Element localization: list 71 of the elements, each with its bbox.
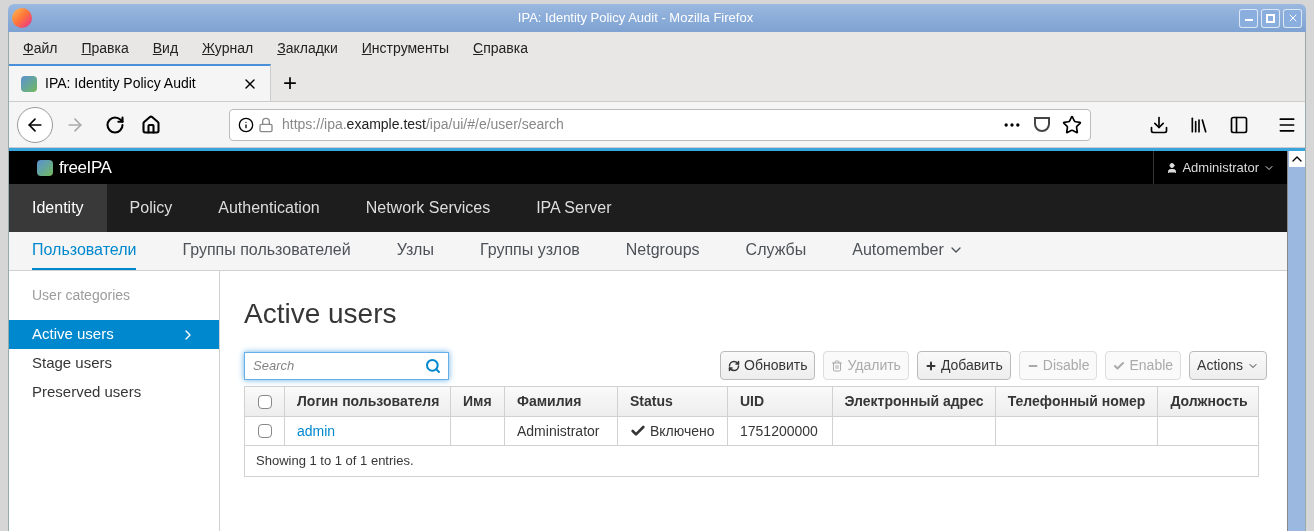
- table-cell: Administrator: [505, 417, 618, 445]
- sub-nav-tab[interactable]: Узлы: [396, 232, 434, 270]
- column-header: Телефонный номер: [996, 387, 1158, 416]
- toolbar-button[interactable]: Добавить: [916, 351, 1011, 380]
- column-header: Status: [618, 387, 728, 416]
- sidebar-item[interactable]: Stage users: [9, 349, 219, 378]
- sub-nav-tab[interactable]: Группы пользователей: [182, 232, 351, 270]
- table-cell: 1751200000: [728, 417, 833, 445]
- column-header: Логин пользователя: [285, 387, 451, 416]
- menu-item[interactable]: Журнал: [202, 37, 254, 59]
- sub-nav-tab[interactable]: Службы: [745, 232, 807, 270]
- star-icon[interactable]: [1062, 114, 1082, 135]
- menu-item[interactable]: Файл: [23, 37, 58, 59]
- url-field[interactable]: https://ipa.example.test/ipa/ui/#/e/user/search: [229, 108, 1091, 141]
- toolbar-button[interactable]: Actions: [1189, 351, 1267, 380]
- menu-item[interactable]: Вид: [152, 37, 179, 59]
- reload-icon[interactable]: [105, 114, 125, 135]
- sub-nav-tab[interactable]: Пользователи: [32, 232, 137, 270]
- main-nav-tab[interactable]: IPA Server: [513, 184, 635, 232]
- sidebar-item[interactable]: Active users: [9, 320, 219, 349]
- main-nav-tab[interactable]: Identity: [9, 184, 107, 232]
- checkbox[interactable]: [257, 394, 272, 409]
- trash-icon: [831, 359, 844, 372]
- user-link[interactable]: admin: [297, 420, 336, 442]
- brand-name: freeIPA: [59, 156, 112, 179]
- scroll-up-icon[interactable]: [1288, 151, 1305, 167]
- firefox-logo-icon: [12, 8, 32, 28]
- scrollbar[interactable]: [1287, 151, 1305, 531]
- cube-icon: [21, 75, 37, 92]
- refresh-icon: [728, 359, 741, 372]
- home-icon[interactable]: [141, 114, 161, 135]
- search-icon[interactable]: [425, 357, 441, 374]
- column-header: Должность: [1169, 392, 1249, 411]
- check-icon: [1113, 359, 1126, 372]
- window-title: IPA: Identity Policy Audit - Mozilla Firefox: [516, 9, 755, 28]
- url-text: https://ipa.example.test/ipa/ui/#/e/user/search: [282, 115, 564, 134]
- column-header: Фамилия: [505, 387, 618, 416]
- check-icon: [630, 423, 646, 439]
- menu-item[interactable]: Инструменты: [361, 37, 450, 59]
- main-nav-tab[interactable]: Policy: [106, 184, 196, 232]
- main-nav-tab[interactable]: Network Services: [342, 184, 514, 232]
- checkbox[interactable]: [257, 424, 272, 438]
- back-button[interactable]: [17, 106, 53, 143]
- sub-nav-tab[interactable]: Группы узлов: [479, 232, 580, 270]
- column-header: UID: [728, 387, 833, 416]
- sidebar-heading: User categories: [31, 286, 132, 305]
- menu-item[interactable]: Справка: [473, 37, 529, 59]
- page-title: Active users: [244, 297, 398, 331]
- tab-title: IPA: Identity Policy Audit: [45, 74, 197, 93]
- search-field[interactable]: Search: [244, 351, 449, 380]
- column-header: Электронный адрес: [833, 387, 996, 416]
- browser-tab[interactable]: IPA: Identity Policy Audit: [9, 64, 271, 101]
- sidebar-icon[interactable]: [1229, 114, 1249, 135]
- sidebar-item[interactable]: Preserved users: [9, 378, 219, 407]
- column-header: Имя: [451, 387, 505, 416]
- pocket-icon[interactable]: [1034, 117, 1050, 132]
- sub-nav-tab[interactable]: Automember: [852, 232, 964, 270]
- toolbar-button[interactable]: Обновить: [720, 351, 816, 380]
- menu-item[interactable]: Правка: [81, 37, 129, 59]
- download-icon[interactable]: [1149, 114, 1169, 135]
- lock-icon: [258, 116, 274, 133]
- freeipa-logo-icon: [37, 159, 53, 176]
- status-text: Включено: [650, 421, 715, 441]
- user-icon: [1166, 161, 1179, 174]
- sub-nav-tab[interactable]: Netgroups: [625, 232, 700, 270]
- table-footer: Showing 1 to 1 of 1 entries.: [245, 446, 1258, 476]
- new-tab-button[interactable]: +: [271, 64, 309, 101]
- main-nav-tab[interactable]: Authentication: [195, 184, 343, 232]
- menu-item[interactable]: Закладки: [277, 37, 338, 59]
- info-icon: [238, 116, 254, 133]
- plus-icon: [924, 359, 937, 372]
